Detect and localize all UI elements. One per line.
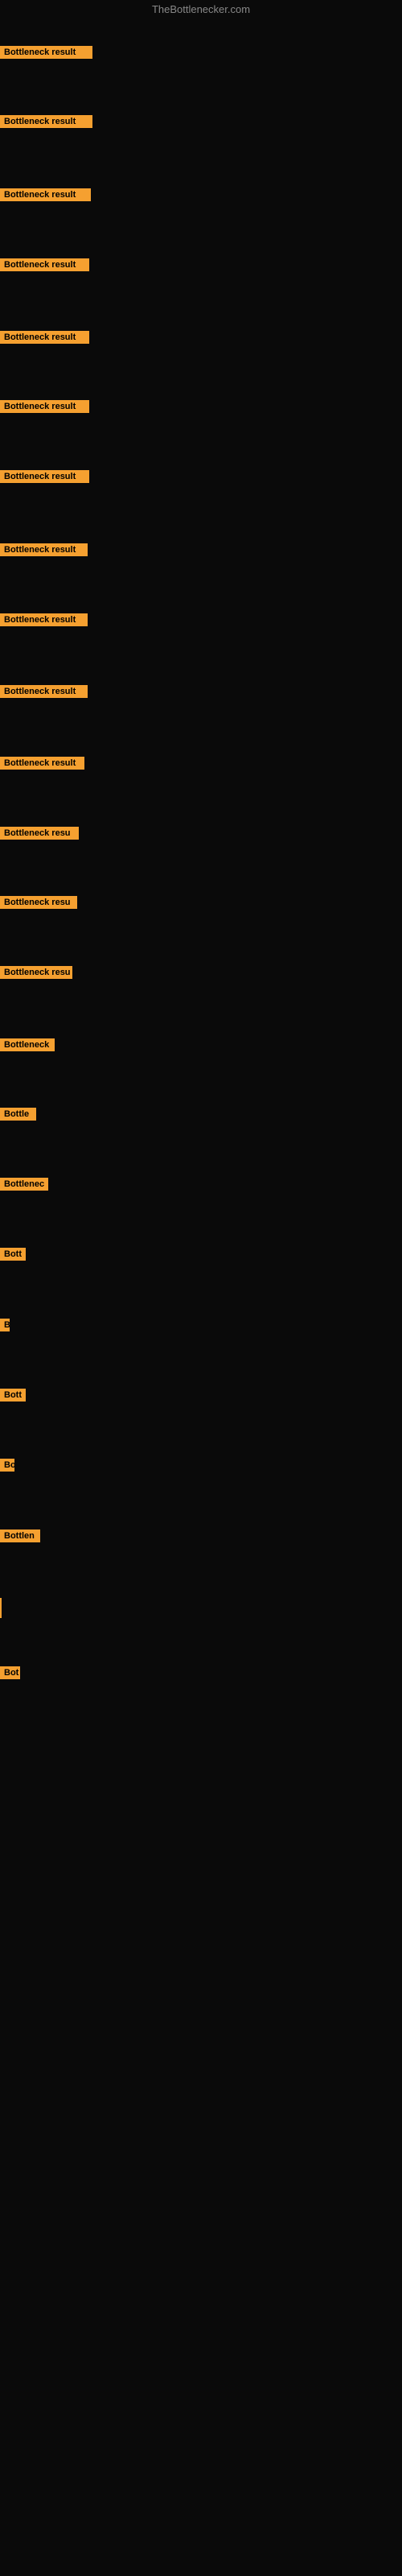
bottleneck-label-14: Bottleneck resu (0, 966, 72, 979)
bottleneck-label-8: Bottleneck result (0, 543, 88, 556)
bottleneck-label-3: Bottleneck result (0, 188, 91, 201)
bottleneck-label-5: Bottleneck result (0, 331, 89, 344)
bottleneck-label-16: Bottle (0, 1108, 36, 1121)
bottleneck-label-19: B (0, 1319, 10, 1331)
bottleneck-label-1: Bottleneck result (0, 46, 92, 59)
bottleneck-label-9: Bottleneck result (0, 613, 88, 626)
bottleneck-label-18: Bott (0, 1248, 26, 1261)
bottleneck-label-4: Bottleneck result (0, 258, 89, 271)
bottleneck-label-17: Bottlenec (0, 1178, 48, 1191)
bottleneck-label-2: Bottleneck result (0, 115, 92, 128)
bottleneck-label-24: Bot (0, 1666, 20, 1679)
bottleneck-bar-23 (0, 1598, 2, 1618)
bottleneck-label-13: Bottleneck resu (0, 896, 77, 909)
bottleneck-label-15: Bottleneck (0, 1038, 55, 1051)
bottleneck-label-10: Bottleneck result (0, 685, 88, 698)
bottleneck-label-11: Bottleneck result (0, 757, 84, 770)
bottleneck-label-6: Bottleneck result (0, 400, 89, 413)
bottleneck-label-22: Bottlen (0, 1530, 40, 1542)
bottleneck-label-7: Bottleneck result (0, 470, 89, 483)
bottleneck-label-21: Bo (0, 1459, 14, 1472)
site-title: TheBottlenecker.com (0, 0, 402, 19)
bottleneck-label-20: Bott (0, 1389, 26, 1402)
bottleneck-label-12: Bottleneck resu (0, 827, 79, 840)
